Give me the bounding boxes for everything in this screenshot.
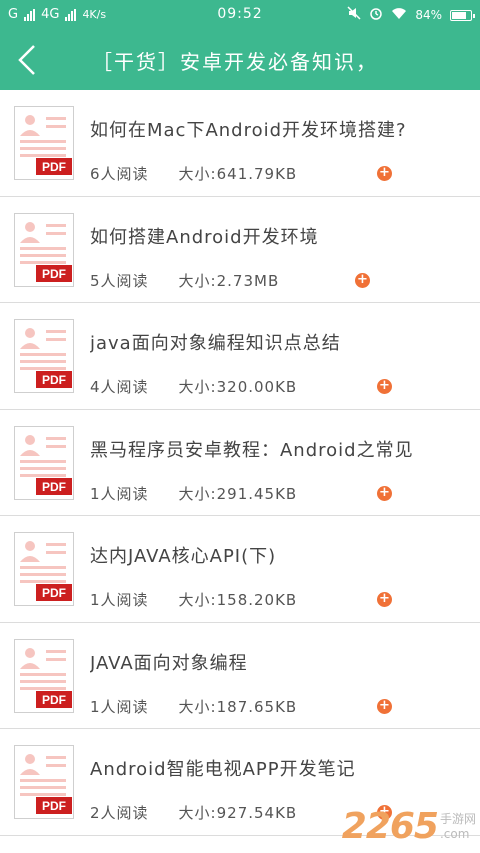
item-meta: 5人阅读 大小:2.73MB [90, 270, 279, 291]
item-title: 如何搭建Android开发环境 [90, 226, 319, 248]
page-title: ［干货］安卓开发必备知识， [92, 50, 378, 74]
list-item[interactable]: PDF 如何搭建Android开发环境 5人阅读 大小:2.73MB + [0, 196, 480, 303]
svg-text:PDF: PDF [42, 693, 66, 707]
file-size: 大小:187.65KB [178, 697, 298, 716]
item-meta: 6人阅读 大小:641.79KB [90, 163, 297, 184]
file-size: 大小:2.73MB [178, 271, 280, 290]
add-button[interactable]: + [377, 166, 392, 181]
read-count: 6人阅读 [90, 165, 149, 183]
file-size: 大小:641.79KB [178, 165, 298, 183]
item-meta: 1人阅读 大小:158.20KB [90, 589, 297, 610]
item-meta: 1人阅读 大小:187.65KB [90, 696, 297, 717]
read-count: 1人阅读 [90, 484, 149, 503]
document-list: PDF 如何在Mac下Android开发环境搭建? 6人阅读 大小:641.79K… [0, 90, 480, 836]
add-button[interactable]: + [377, 698, 392, 714]
item-title: Android智能电视APP开发笔记 [90, 759, 356, 780]
file-size: 大小:320.00KB [178, 378, 298, 396]
read-count: 4人阅读 [90, 378, 149, 396]
item-title: 达内JAVA核心API(下) [90, 546, 277, 567]
watermark-text: 手游网 .com [439, 812, 476, 841]
item-meta: 2人阅读 大小:927.54KB [90, 802, 297, 823]
alarm-icon [369, 6, 383, 24]
item-title: java面向对象编程知识点总结 [90, 333, 341, 354]
pdf-file-icon: PDF [14, 319, 74, 393]
svg-text:PDF: PDF [42, 480, 66, 494]
list-item[interactable]: PDF 达内JAVA核心API(下) 1人阅读 大小:158.20KB + [0, 516, 480, 623]
pdf-file-icon: PDF [14, 106, 74, 180]
add-button[interactable]: + [377, 592, 392, 607]
list-item[interactable]: PDF java面向对象编程知识点总结 4人阅读 大小:320.00KB + [0, 303, 480, 410]
mute-icon [347, 6, 361, 24]
file-size: 大小:158.20KB [178, 591, 298, 609]
svg-text:PDF: PDF [42, 799, 66, 813]
pdf-file-icon: PDF [14, 532, 74, 606]
add-button[interactable]: + [377, 485, 392, 501]
pdf-file-icon: PDF [14, 212, 74, 287]
battery-icon [450, 9, 475, 21]
status-right: 84% [347, 6, 475, 24]
back-arrow-icon [18, 45, 35, 75]
item-title: 黑马程序员安卓教程：Android之常见 [90, 439, 414, 461]
read-count: 5人阅读 [90, 271, 149, 290]
read-count: 1人阅读 [90, 591, 149, 609]
item-title: 如何在Mac下Android开发环境搭建? [90, 120, 407, 141]
read-count: 2人阅读 [90, 804, 149, 822]
svg-text:PDF: PDF [42, 267, 66, 281]
watermark-number: 2265 [341, 806, 439, 847]
list-item[interactable]: PDF JAVA面向对象编程 1人阅读 大小:187.65KB + [0, 622, 480, 729]
add-button[interactable]: + [377, 379, 392, 394]
item-meta: 4人阅读 大小:320.00KB [90, 376, 297, 397]
pdf-file-icon: PDF [14, 425, 74, 500]
title-bar: ［干货］安卓开发必备知识， [0, 30, 480, 90]
svg-text:PDF: PDF [42, 373, 66, 387]
svg-text:PDF: PDF [42, 586, 66, 600]
list-item[interactable]: PDF 如何在Mac下Android开发环境搭建? 6人阅读 大小:641.79K… [0, 90, 480, 197]
site-watermark: 2265 手游网 .com [342, 806, 476, 847]
back-button[interactable] [10, 38, 50, 82]
item-meta: 1人阅读 大小:291.45KB [90, 483, 297, 504]
list-item[interactable]: PDF 黑马程序员安卓教程：Android之常见 1人阅读 大小:291.45KB… [0, 409, 480, 516]
status-bar: G 4G 4K/s 09:52 84% [0, 0, 480, 30]
item-title: JAVA面向对象编程 [90, 652, 248, 674]
read-count: 1人阅读 [90, 697, 149, 716]
file-size: 大小:927.54KB [178, 804, 298, 822]
pdf-file-icon: PDF [14, 638, 74, 713]
add-button[interactable]: + [355, 272, 370, 288]
wifi-icon [391, 7, 407, 24]
svg-text:PDF: PDF [42, 160, 66, 174]
file-size: 大小:291.45KB [178, 484, 298, 503]
battery-label: 84% [415, 8, 442, 22]
pdf-file-icon: PDF [14, 745, 74, 819]
